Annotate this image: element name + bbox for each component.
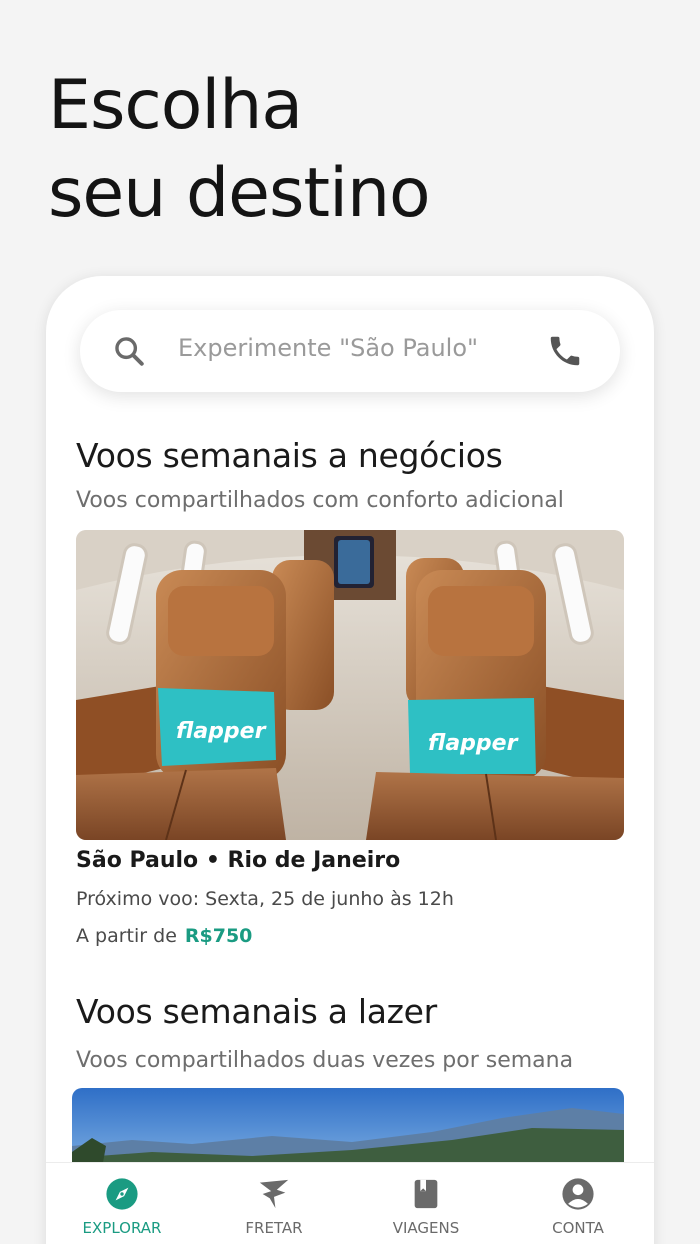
plane-icon [259,1179,289,1209]
jet-cabin-illustration: flapper flapper [76,530,624,840]
nav-label-fretar: FRETAR [245,1219,303,1237]
leisure-section-subtitle: Voos compartilhados duas vezes por seman… [76,1048,574,1073]
price-row: A partir de R$750 [76,925,252,947]
app-frame: Experimente "São Paulo" Voos semanais a … [46,276,654,1244]
bottom-navigation: EXPLORAR FRETAR VIAGENS CONTA [46,1162,654,1244]
nav-label-explorar: EXPLORAR [82,1219,162,1237]
price-prefix: A partir de [76,925,177,947]
account-icon [562,1178,594,1210]
nav-item-conta[interactable]: CONTA [502,1163,654,1244]
business-flight-image[interactable]: flapper flapper [76,530,624,840]
nav-item-fretar[interactable]: FRETAR [198,1163,350,1244]
headline-line-1: Escolha [48,66,303,145]
nav-item-viagens[interactable]: VIAGENS [350,1163,502,1244]
business-section-subtitle: Voos compartilhados com conforto adicion… [76,488,564,513]
nav-label-viagens: VIAGENS [392,1219,460,1237]
compass-icon [106,1178,138,1210]
search-input[interactable]: Experimente "São Paulo" [178,334,478,362]
headline-line-2: seu destino [48,154,431,233]
nav-label-conta: CONTA [552,1219,604,1237]
price-value: R$750 [184,925,253,947]
leisure-section-title: Voos semanais a lazer [76,992,437,1031]
phone-icon[interactable] [546,332,584,370]
book-icon [414,1179,438,1209]
nav-item-explorar[interactable]: EXPLORAR [46,1163,198,1244]
business-section-title: Voos semanais a negócios [76,436,503,475]
flight-route[interactable]: São Paulo • Rio de Janeiro [76,848,400,873]
pillow-brand-left: flapper [176,719,267,744]
pillow-brand-right: flapper [428,731,519,756]
search-bar[interactable]: Experimente "São Paulo" [80,310,620,392]
page-headline: Escolha seu destino [48,62,431,238]
next-flight-info: Próximo voo: Sexta, 25 de junho às 12h [76,888,454,910]
search-icon[interactable] [112,334,146,368]
